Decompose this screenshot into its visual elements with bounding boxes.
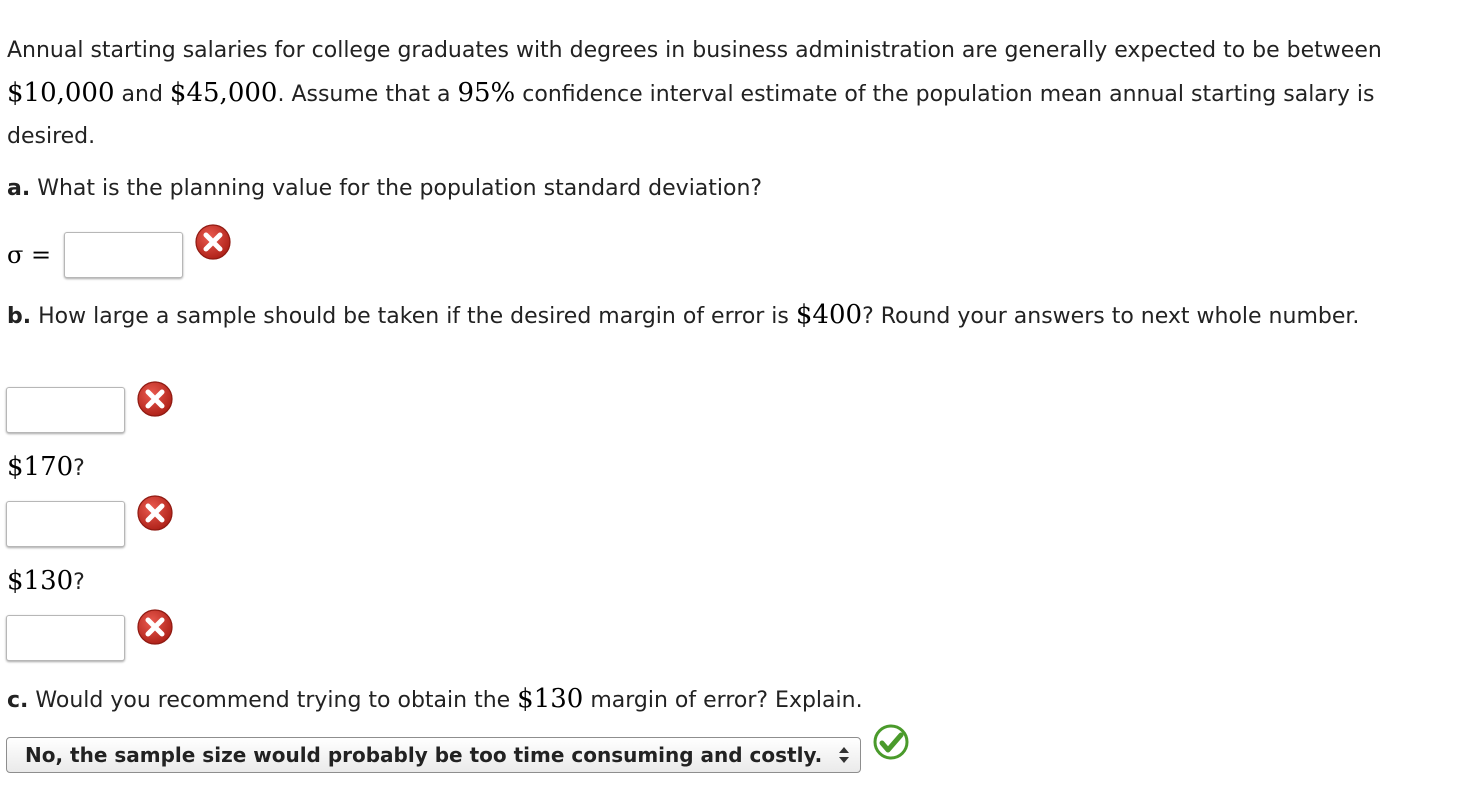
part-c-text: margin of error? Explain. xyxy=(583,688,863,713)
intro-text: Annual starting salaries for college gra… xyxy=(7,38,1280,63)
sample-size-400-input[interactable] xyxy=(6,387,125,433)
part-b-text: How large a sample should be taken if th… xyxy=(31,304,796,329)
sigma-input[interactable] xyxy=(64,232,183,278)
question-mark: ? xyxy=(73,570,85,595)
margin-130: $130 xyxy=(7,566,74,596)
margin-170-label: $170? xyxy=(7,452,85,484)
part-c-question: c. Would you recommend trying to obtain … xyxy=(7,684,863,716)
part-b-question: b. How large a sample should be taken if… xyxy=(7,294,1462,338)
part-b-text: ? Round your answers to next whole numbe… xyxy=(862,304,1360,329)
x-circle-icon xyxy=(136,494,174,532)
recommendation-select[interactable]: No, the sample size would probably be to… xyxy=(6,737,861,773)
select-value: No, the sample size would probably be to… xyxy=(25,743,823,767)
sigma-label: σ = xyxy=(7,241,52,269)
salary-high: $45,000 xyxy=(169,78,278,108)
part-c-text: Would you recommend trying to obtain the xyxy=(28,688,518,713)
x-circle-icon xyxy=(136,608,174,646)
part-c-letter: c. xyxy=(7,688,29,713)
intro-text: between xyxy=(1286,38,1382,63)
part-a-question: a. What is the planning value for the po… xyxy=(7,174,762,204)
margin-130: $130 xyxy=(517,684,584,714)
part-a-letter: a. xyxy=(7,176,31,201)
intro-text: and xyxy=(114,82,170,107)
x-circle-icon xyxy=(136,380,174,418)
part-b-letter: b. xyxy=(7,304,32,329)
margin-400: $400 xyxy=(795,300,863,330)
question-mark: ? xyxy=(73,456,85,481)
select-arrows-icon xyxy=(839,747,849,763)
margin-130-label: $130? xyxy=(7,566,85,598)
margin-170: $170 xyxy=(7,452,74,482)
sample-size-130-input[interactable] xyxy=(6,615,125,661)
salary-low: $10,000 xyxy=(7,78,115,108)
part-a-text: What is the planning value for the popul… xyxy=(30,176,763,201)
intro-text: . Assume that a xyxy=(277,82,458,107)
check-circle-icon xyxy=(872,723,910,761)
sample-size-170-input[interactable] xyxy=(6,501,125,547)
x-circle-icon xyxy=(194,223,232,261)
problem-intro: Annual starting salaries for college gra… xyxy=(7,30,1462,158)
confidence-level: 95% xyxy=(457,78,516,108)
